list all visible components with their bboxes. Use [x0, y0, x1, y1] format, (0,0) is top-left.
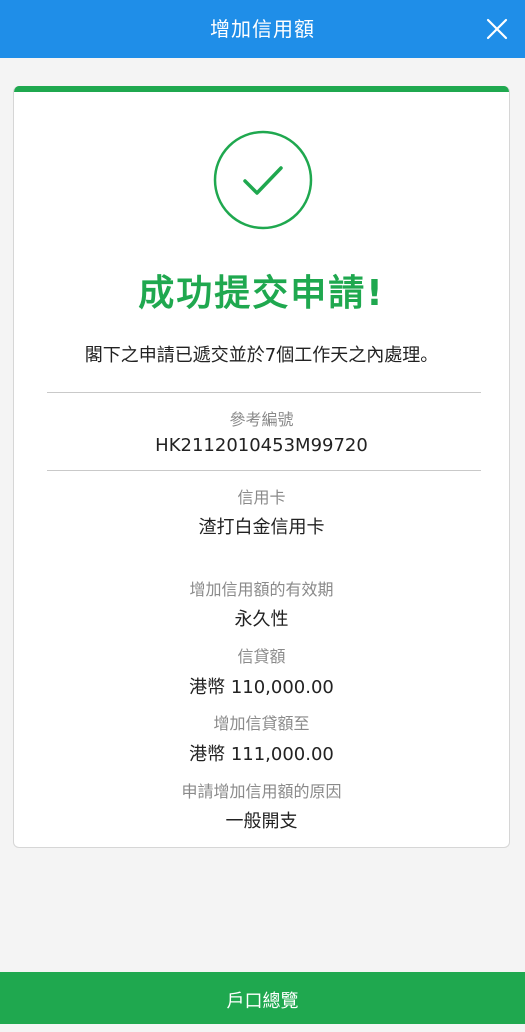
- reason-label: 申請增加信用額的原因: [181, 782, 342, 801]
- new-limit-label: 增加信貸額至: [213, 714, 310, 733]
- reference-label: 參考編號: [229, 410, 294, 429]
- success-message: 閣下之申請已遞交並於7個工作天之內處理。: [84, 345, 439, 366]
- page-title: 增加信用額: [210, 17, 315, 41]
- card-accent-bar: [14, 86, 509, 92]
- confirmation-card: 成功提交申請! 閣下之申請已遞交並於7個工作天之內處理。 參考編號 HK2112…: [13, 86, 510, 848]
- success-heading: 成功提交申請!: [138, 273, 385, 314]
- validity-label: 增加信用額的有效期: [189, 580, 334, 599]
- reason-value: 一般開支: [225, 811, 298, 832]
- card-value: 渣打白金信用卡: [198, 517, 325, 538]
- divider: [47, 392, 481, 393]
- card-label: 信用卡: [237, 488, 286, 507]
- top-bar: 增加信用額: [0, 0, 525, 58]
- current-limit-value: 港幣 110,000.00: [189, 677, 334, 698]
- close-icon: [486, 18, 508, 40]
- current-limit-label: 信貸額: [237, 647, 286, 666]
- checkmark-circle-icon: [213, 130, 313, 230]
- reference-value: HK2112010453M99720: [155, 435, 368, 456]
- new-limit-value: 港幣 111,000.00: [189, 744, 334, 765]
- close-button[interactable]: [477, 9, 517, 49]
- account-overview-button[interactable]: 戶口總覽: [0, 972, 525, 1024]
- divider: [47, 470, 481, 471]
- validity-value: 永久性: [234, 609, 289, 630]
